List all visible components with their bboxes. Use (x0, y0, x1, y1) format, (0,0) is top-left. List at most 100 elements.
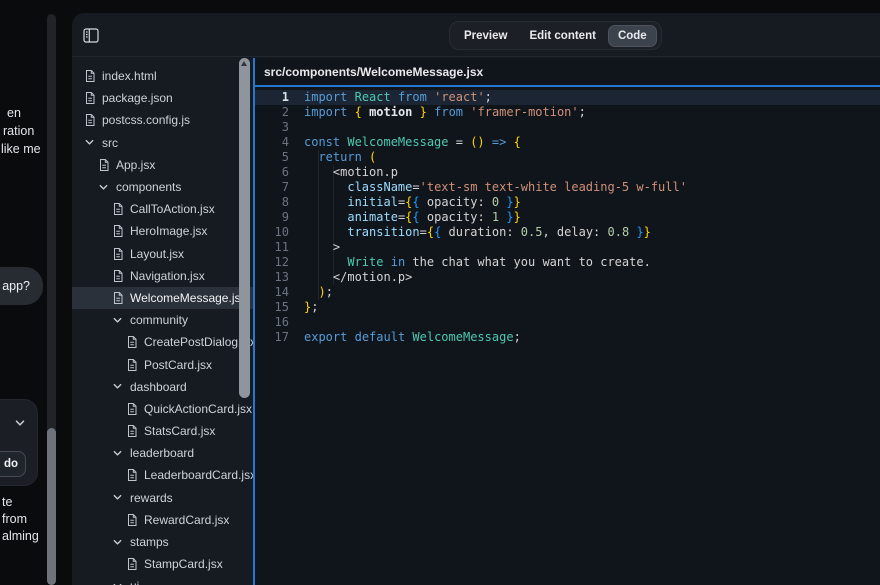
tree-file-statscard-jsx[interactable]: StatsCard.jsx (72, 420, 253, 442)
tree-folder-components[interactable]: components (72, 176, 253, 198)
code-line-8: 8 initial={{ opacity: 0 }} (255, 195, 880, 210)
line-number: 15 (255, 300, 289, 315)
code-text (289, 315, 304, 330)
code-line-16: 16 (255, 315, 880, 330)
code-line-5: 5 return ( (255, 150, 880, 165)
file-tree-scrollbar[interactable] (239, 58, 250, 585)
line-number: 13 (255, 270, 289, 285)
line-number: 16 (255, 315, 289, 330)
workbench-panel: PreviewEdit contentCode index.htmlpackag… (72, 13, 880, 585)
chat-scrollbar-thumb[interactable] (47, 428, 56, 585)
line-number: 6 (255, 165, 289, 180)
chat-message-fragment: from (2, 512, 27, 526)
chat-scrollbar-track[interactable] (47, 14, 56, 585)
tree-file-welcomemessage-jsx[interactable]: WelcomeMessage.jsx (72, 287, 253, 309)
tab-code[interactable]: Code (608, 25, 657, 47)
tree-item-label: CallToAction.jsx (130, 202, 215, 216)
code-text: import { motion } from 'framer-motion'; (289, 105, 586, 120)
chevron-down-icon[interactable] (14, 417, 26, 429)
code-text: Write in the chat what you want to creat… (289, 255, 651, 270)
code-text: ); (289, 285, 333, 300)
chat-message-fragment: ration (3, 124, 34, 138)
sidebar-toggle-icon[interactable] (82, 26, 100, 44)
code-text: }; (289, 300, 318, 315)
workbench-header: PreviewEdit contentCode (72, 13, 880, 57)
tree-file-createpostdialog-jsx[interactable]: CreatePostDialog.jsx (72, 331, 253, 353)
tree-item-label: QuickActionCard.jsx (144, 402, 252, 416)
tree-item-label: postcss.config.js (102, 113, 190, 127)
tree-file-rewardcard-jsx[interactable]: RewardCard.jsx (72, 509, 253, 531)
line-number: 12 (255, 255, 289, 270)
tree-item-label: rewards (130, 491, 173, 505)
file-icon (125, 335, 138, 349)
tree-item-label: stamps (130, 535, 169, 549)
code-line-3: 3 (255, 120, 880, 135)
tree-file-package-json[interactable]: package.json (72, 87, 253, 109)
line-number: 11 (255, 240, 289, 255)
file-icon (83, 91, 96, 105)
indent-guide (333, 165, 334, 285)
code-line-4: 4const WelcomeMessage = () => { (255, 135, 880, 150)
tree-folder-leaderboard[interactable]: leaderboard (72, 442, 253, 464)
tree-file-postcard-jsx[interactable]: PostCard.jsx (72, 353, 253, 375)
tree-file-navigation-jsx[interactable]: Navigation.jsx (72, 265, 253, 287)
tree-file-app-jsx[interactable]: App.jsx (72, 154, 253, 176)
code-text: const WelcomeMessage = () => { (289, 135, 521, 150)
code-text (289, 120, 304, 135)
file-icon (83, 69, 96, 83)
file-icon (97, 158, 110, 172)
tree-item-label: dashboard (130, 380, 187, 394)
code-text: return ( (289, 150, 376, 165)
tab-edit-content[interactable]: Edit content (519, 25, 605, 47)
line-number: 14 (255, 285, 289, 300)
code-line-2: 2import { motion } from 'framer-motion'; (255, 105, 880, 120)
tree-file-stampcard-jsx[interactable]: StampCard.jsx (72, 553, 253, 575)
chat-message-fragment: alming (2, 529, 39, 543)
tree-folder-stamps[interactable]: stamps (72, 531, 253, 553)
line-number: 8 (255, 195, 289, 210)
code-text: import React from 'react'; (289, 90, 492, 105)
tab-preview[interactable]: Preview (454, 25, 517, 47)
tree-file-index-html[interactable]: index.html (72, 65, 253, 87)
tree-item-label: src (102, 136, 118, 150)
tree-folder-ui[interactable]: ui (72, 575, 253, 585)
tree-folder-community[interactable]: community (72, 309, 253, 331)
code-text: <motion.p (289, 165, 398, 180)
tree-file-heroimage-jsx[interactable]: HeroImage.jsx (72, 220, 253, 242)
tree-folder-dashboard[interactable]: dashboard (72, 376, 253, 398)
file-icon (111, 247, 124, 261)
undo-button-label: do (4, 458, 18, 470)
scroll-up-arrow-icon (241, 61, 247, 66)
tree-item-label: PostCard.jsx (144, 358, 212, 372)
line-number: 3 (255, 120, 289, 135)
line-number: 7 (255, 180, 289, 195)
line-number: 9 (255, 210, 289, 225)
code-text: transition={{ duration: 0.5, delay: 0.8 … (289, 225, 651, 240)
line-number: 4 (255, 135, 289, 150)
file-tree-scrollbar-thumb[interactable] (239, 58, 250, 398)
code-line-7: 7 className='text-sm text-white leading-… (255, 180, 880, 195)
chat-message-fragment: en (7, 106, 21, 120)
tree-folder-rewards[interactable]: rewards (72, 487, 253, 509)
tree-folder-src[interactable]: src (72, 132, 253, 154)
tree-file-calltoaction-jsx[interactable]: CallToAction.jsx (72, 198, 253, 220)
tree-file-quickactioncard-jsx[interactable]: QuickActionCard.jsx (72, 398, 253, 420)
tree-item-label: Layout.jsx (130, 247, 184, 261)
code-line-9: 9 animate={{ opacity: 1 }} (255, 210, 880, 225)
code-editor[interactable]: 1import React from 'react';2import { mot… (255, 87, 880, 585)
tree-file-postcss-config-js[interactable]: postcss.config.js (72, 109, 253, 131)
chevron-down-icon (111, 315, 124, 326)
tree-file-layout-jsx[interactable]: Layout.jsx (72, 243, 253, 265)
chevron-down-icon (111, 448, 124, 459)
chat-bubble-text: app? (2, 279, 30, 293)
chevron-down-icon (111, 492, 124, 503)
tree-item-label: leaderboard (130, 446, 194, 460)
undo-button[interactable]: do (0, 451, 26, 477)
code-text: animate={{ opacity: 1 }} (289, 210, 521, 225)
code-line-12: 12 Write in the chat what you want to cr… (255, 255, 880, 270)
workbench-body: index.htmlpackage.json postcss.config.js s… (72, 58, 880, 585)
tree-item-label: HeroImage.jsx (130, 224, 207, 238)
indent-guide (318, 150, 319, 300)
tree-file-leaderboardcard-jsx[interactable]: LeaderboardCard.jsx (72, 464, 253, 486)
code-path-bar: src/components/WelcomeMessage.jsx (255, 58, 880, 87)
